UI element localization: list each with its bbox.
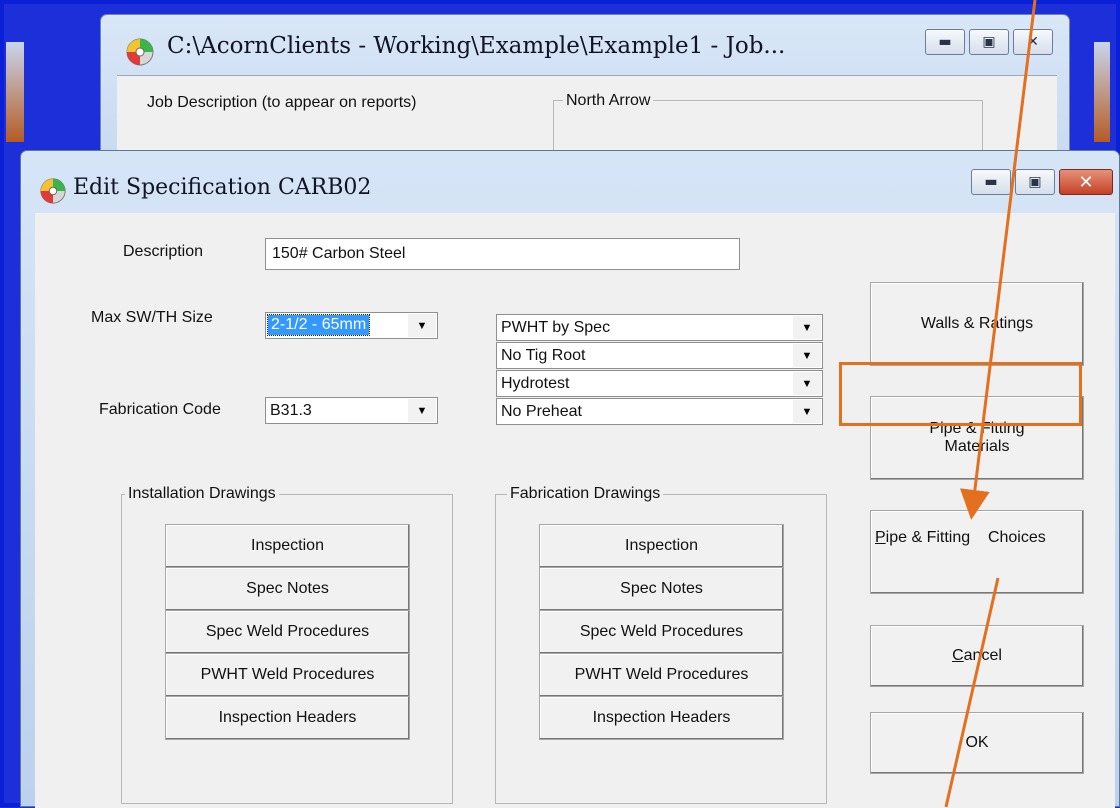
installation-inspection-button[interactable]: Inspection bbox=[165, 524, 410, 568]
preheat-value: No Preheat bbox=[501, 403, 582, 420]
fabrication-code-label: Fabrication Code bbox=[99, 401, 221, 418]
chevron-down-icon[interactable]: ▼ bbox=[408, 399, 436, 422]
maximize-icon[interactable]: ▣ bbox=[1015, 169, 1055, 195]
minimize-icon[interactable]: ▬ bbox=[971, 169, 1011, 195]
highlight-box bbox=[839, 362, 1082, 426]
description-label: Description bbox=[123, 243, 204, 260]
chevron-down-icon[interactable]: ▼ bbox=[793, 372, 821, 395]
description-input[interactable]: 150# Carbon Steel bbox=[265, 238, 740, 270]
minimize-icon[interactable]: ▬ bbox=[925, 29, 965, 55]
fabrication-inspection-headers-button[interactable]: Inspection Headers bbox=[539, 696, 784, 740]
fabrication-pwht-weld-button[interactable]: PWHT Weld Procedures bbox=[539, 653, 784, 697]
chevron-down-icon[interactable]: ▼ bbox=[793, 400, 821, 423]
background-window-title: C:\AcornClients - Working\Example\Exampl… bbox=[167, 33, 786, 59]
dialog-title: Edit Specification CARB02 bbox=[73, 175, 372, 200]
dialog-window-controls: ▬ ▣ ✕ bbox=[971, 169, 1113, 195]
hydrotest-select[interactable]: Hydrotest ▼ bbox=[496, 370, 823, 397]
fabrication-code-select[interactable]: B31.3 ▼ bbox=[265, 397, 438, 424]
maximize-icon[interactable]: ▣ bbox=[969, 29, 1009, 55]
installation-spec-notes-button[interactable]: Spec Notes bbox=[165, 567, 410, 611]
pwht-value: PWHT by Spec bbox=[501, 319, 611, 336]
cd-app-icon bbox=[125, 37, 155, 71]
ok-button[interactable]: OK bbox=[870, 712, 1084, 774]
choices-button-label: Pipe & Fitting Choices bbox=[875, 529, 1046, 546]
edit-specification-dialog: Edit Specification CARB02 ▬ ▣ ✕ Descript… bbox=[20, 150, 1120, 808]
cancel-button[interactable]: Cancel bbox=[870, 625, 1084, 687]
cancel-button-label: Cancel bbox=[952, 647, 1002, 664]
materials-button-line2: Materials bbox=[944, 438, 1010, 455]
close-icon[interactable]: ✕ bbox=[1013, 29, 1053, 55]
fabrication-spec-weld-button[interactable]: Spec Weld Procedures bbox=[539, 610, 784, 654]
walls-ratings-button[interactable]: Walls & Ratings bbox=[870, 282, 1084, 366]
fabrication-drawings-label: Fabrication Drawings bbox=[507, 485, 664, 503]
job-description-label: Job Description (to appear on reports) bbox=[147, 94, 417, 111]
tig-root-select[interactable]: No Tig Root ▼ bbox=[496, 342, 823, 369]
max-size-value: 2-1/2 - 65mm bbox=[266, 314, 371, 336]
tig-root-value: No Tig Root bbox=[501, 347, 586, 364]
pwht-select[interactable]: PWHT by Spec ▼ bbox=[496, 314, 823, 341]
fabrication-inspection-button[interactable]: Inspection bbox=[539, 524, 784, 568]
installation-spec-weld-button[interactable]: Spec Weld Procedures bbox=[165, 610, 410, 654]
chevron-down-icon[interactable]: ▼ bbox=[793, 344, 821, 367]
background-window-controls: ▬ ▣ ✕ bbox=[925, 29, 1053, 55]
preheat-select[interactable]: No Preheat ▼ bbox=[496, 398, 823, 425]
cd-app-icon bbox=[39, 177, 67, 209]
fabrication-code-value: B31.3 bbox=[270, 402, 312, 419]
max-size-label: Max SW/TH Size bbox=[91, 309, 213, 326]
installation-drawings-label: Installation Drawings bbox=[125, 485, 279, 503]
hydrotest-value: Hydrotest bbox=[501, 375, 570, 392]
fabrication-spec-notes-button[interactable]: Spec Notes bbox=[539, 567, 784, 611]
installation-inspection-headers-button[interactable]: Inspection Headers bbox=[165, 696, 410, 740]
chevron-down-icon[interactable]: ▼ bbox=[408, 314, 436, 337]
max-size-select[interactable]: 2-1/2 - 65mm ▼ bbox=[265, 312, 438, 339]
north-arrow-label: North Arrow bbox=[563, 92, 654, 110]
desktop-background-right bbox=[1094, 42, 1110, 142]
chevron-down-icon[interactable]: ▼ bbox=[793, 316, 821, 339]
pipe-fitting-choices-button[interactable]: Pipe & Fitting Choices bbox=[870, 510, 1084, 594]
installation-pwht-weld-button[interactable]: PWHT Weld Procedures bbox=[165, 653, 410, 697]
dialog-client-area: Description 150# Carbon Steel Max SW/TH … bbox=[35, 213, 1115, 808]
close-icon[interactable]: ✕ bbox=[1059, 169, 1113, 195]
desktop-background-left bbox=[6, 42, 24, 142]
